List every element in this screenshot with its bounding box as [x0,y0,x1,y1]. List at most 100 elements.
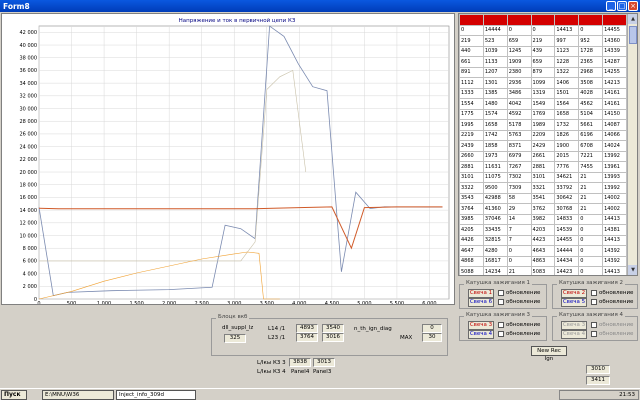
table-row[interactable]: 891 1207 2380 879 1322 2968 14255 [459,66,627,78]
window-title: Form8 [3,1,30,11]
table-row[interactable]: 3322 9500 7309 3321 33792 21 13992 [459,182,627,194]
l23-label: L23 /1 [268,335,286,341]
table-cell: 5088 [459,266,484,275]
task-explorer[interactable]: E:\MNU\W36 [42,390,114,400]
table-header-5[interactable] [578,14,604,26]
coil2-update1[interactable]: обновление [591,290,633,296]
table-cell: 7 [506,234,532,246]
maximize-button[interactable]: □ [617,1,627,11]
close-button[interactable]: × [628,1,638,11]
table-cell: 4592 [506,108,532,120]
table-cell: 1858 [482,140,508,152]
task-inject-info[interactable]: Inject_info_309d [116,390,196,400]
bottom-value-1: 3010 [586,365,610,374]
table-cell: 1574 [482,108,508,120]
table-row[interactable]: 3101 11075 7302 3101 34621 21 13993 [459,171,627,183]
scroll-down-icon[interactable]: ▼ [628,265,637,275]
table-cell: 14413 [602,266,627,275]
table-header-4[interactable] [554,14,580,26]
spark2-button[interactable]: Свеча 2 [561,289,587,298]
table-row[interactable]: 219 523 659 219 997 952 14360 [459,35,627,47]
table-cell: 3322 [459,182,484,194]
table-cell: 7776 [554,161,580,173]
checkbox-icon[interactable] [591,322,597,328]
spark3b-button[interactable]: Свеча 3 [561,321,587,330]
table-row[interactable]: 661 1133 1909 659 1228 2365 14287 [459,56,627,68]
voltage-current-chart: Напряжение и ток в первичной цепи КЗ 0 2 … [20,17,450,307]
checkbox-icon[interactable] [498,299,504,305]
table-header-2[interactable] [506,14,532,26]
table-row[interactable]: 1112 1301 2936 1099 1406 3508 14213 [459,77,627,89]
table-cell: 1728 [578,45,604,57]
coil2-group: Катушка зажигания 2 Свеча 2 Свеча 5 обно… [552,280,638,309]
table-row[interactable]: 2219 1742 5763 2209 1826 6196 14066 [459,129,627,141]
table-header-6[interactable] [602,14,627,26]
spark4b-button[interactable]: Свеча 4 [561,330,587,339]
table-row[interactable]: 3764 41360 29 3762 30768 21 14002 [459,203,627,215]
table-cell: 659 [506,35,532,47]
table-cell: 879 [530,66,556,78]
checkbox-icon[interactable] [591,331,597,337]
spark3-button[interactable]: Свеча 3 [468,321,494,330]
table-row[interactable]: 4205 33435 7 4203 14539 0 14381 [459,224,627,236]
table-cell: 0 [578,24,604,36]
coil3-update2[interactable]: обновление [498,331,540,337]
coil1-update1[interactable]: обновление [498,290,540,296]
table-header-1[interactable] [482,14,508,26]
scroll-thumb[interactable] [629,26,637,44]
table-cell: 37046 [482,213,508,225]
checkbox-icon[interactable] [498,322,504,328]
x-tick-label: 6 000 [422,301,436,304]
l14k-value2: 3013 [313,358,335,367]
table-row[interactable]: 4426 32815 7 4423 14455 0 14413 [459,234,627,246]
table-cell: 1554 [459,98,484,110]
table-cell: 1480 [482,98,508,110]
checkbox-icon[interactable] [591,290,597,296]
x-tick-label: 5 000 [357,301,371,304]
minimize-button[interactable]: _ [606,1,616,11]
spark4-button[interactable]: Свеча 4 [468,330,494,339]
table-cell: 1333 [459,87,484,99]
table-header-0[interactable] [459,14,484,26]
coil3-group: Катушка зажигания 3 Свеча 3 Свеча 4 обно… [459,312,547,341]
coil1-update2[interactable]: обновление [498,299,540,305]
coil2-update2[interactable]: обновление [591,299,633,305]
start-button[interactable]: Пуск [1,389,27,400]
table-row[interactable]: 5088 14234 21 5083 14423 0 14413 [459,266,627,275]
coil4-update2[interactable]: обновление [591,331,633,337]
checkbox-icon[interactable] [498,331,504,337]
table-cell: 3982 [530,213,556,225]
table-cell: 1549 [530,98,556,110]
table-row[interactable]: 4647 4280 0 4643 14444 0 14392 [459,245,627,257]
table-row[interactable]: 3985 37046 14 3982 14833 0 14413 [459,213,627,225]
checkbox-icon[interactable] [498,290,504,296]
table-cell: 2015 [554,150,580,162]
table-header-3[interactable] [530,14,556,26]
table-row[interactable]: 1775 1574 4592 1769 1658 5104 14150 [459,108,627,120]
table-row[interactable]: 2881 11631 7267 2881 7776 7455 13961 [459,161,627,173]
coil4-update1[interactable]: обновление [591,322,633,328]
table-row[interactable]: 1333 1385 3486 1319 1501 4028 14161 [459,87,627,99]
spark6-button[interactable]: Свеча 6 [468,298,494,307]
table-row[interactable]: 0 14444 0 0 14413 0 14455 [459,24,627,36]
table-row[interactable]: 1995 1658 5178 1989 1732 5661 14087 [459,119,627,131]
table-cell: 21 [578,182,604,194]
table-cell: 2661 [530,150,556,162]
table-cell: 1658 [482,119,508,131]
new-rec-ign-button[interactable]: New Rec Ign [531,346,567,362]
table-row[interactable]: 440 1039 1245 439 1123 1728 14339 [459,45,627,57]
spark5-button[interactable]: Свеча 5 [561,298,587,307]
spark1-button[interactable]: Свеча 1 [468,289,494,298]
l14k-value1: 3838 [289,358,311,367]
table-row[interactable]: 4868 16817 0 4863 14434 0 14392 [459,255,627,267]
x-tick-label: 4 500 [325,301,339,304]
table-row[interactable]: 2439 1858 8371 2429 1900 6708 14024 [459,140,627,152]
table-cell: 3985 [459,213,484,225]
table-row[interactable]: 1554 1480 4042 1549 1564 4562 14161 [459,98,627,110]
coil3-update1[interactable]: обновление [498,322,540,328]
table-row[interactable]: 3543 42988 58 3541 30642 21 14002 [459,192,627,204]
table-scrollbar[interactable]: ▲ ▼ [627,14,637,275]
table-row[interactable]: 2660 1973 6979 2661 2015 7221 13992 [459,150,627,162]
scroll-up-icon[interactable]: ▲ [628,14,637,24]
checkbox-icon[interactable] [591,299,597,305]
